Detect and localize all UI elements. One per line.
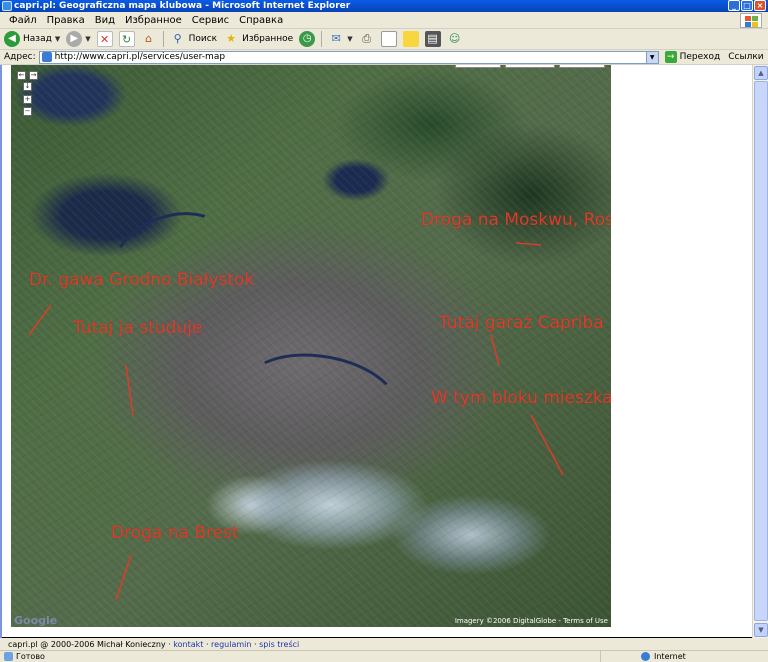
page-icon	[41, 52, 52, 62]
search-button[interactable]: ⚲ Поиск	[168, 30, 220, 48]
close-button[interactable]: ×	[754, 0, 766, 11]
window-controls: _ □ ×	[728, 0, 766, 11]
status-text: Готово	[16, 652, 45, 661]
menu-tools[interactable]: Сервис	[187, 15, 234, 26]
windows-logo-icon	[740, 13, 762, 28]
toolbar: ◀ Назад ▼ ▶ ▼ ✕ ↻ ⌂ ⚲ Поиск ★ Избранное …	[0, 29, 768, 50]
discuss-button[interactable]	[401, 30, 421, 48]
printer-icon: ⎙	[362, 32, 372, 45]
star-icon: ★	[226, 32, 237, 45]
footer-separator: ·	[251, 640, 260, 649]
maximize-button[interactable]: □	[741, 0, 753, 11]
refresh-button[interactable]: ↻	[117, 30, 137, 48]
menu-view[interactable]: Вид	[90, 15, 120, 26]
back-dropdown-icon[interactable]: ▼	[55, 35, 60, 43]
go-label: Переход	[679, 52, 721, 62]
status-left: Готово	[0, 652, 600, 661]
address-bar: Адрес: http://www.capri.pl/services/user…	[0, 50, 768, 65]
security-zone: Internet	[600, 650, 686, 662]
menu-favorites[interactable]: Избранное	[120, 15, 187, 26]
refresh-icon: ↻	[118, 31, 135, 47]
imagery-credit[interactable]: Imagery ©2006 DigitalGlobe - Terms of Us…	[455, 617, 608, 625]
links-button[interactable]: Ссылки	[728, 52, 763, 62]
scroll-thumb[interactable]	[754, 81, 768, 621]
footer-link-spis[interactable]: spis treści	[259, 640, 299, 649]
status-bar: Готово Internet	[0, 650, 768, 662]
print-button[interactable]: ⎙	[357, 30, 377, 48]
page-done-icon	[4, 652, 13, 661]
title-bar: capri.pl: Geograficzna mapa klubowa - Mi…	[0, 0, 768, 12]
vertical-scrollbar[interactable]: ▲ ▼	[752, 65, 768, 638]
mail-icon: ✉	[331, 32, 341, 45]
history-icon: ◷	[299, 31, 316, 47]
footer-divider	[2, 637, 752, 638]
edit-icon	[380, 31, 397, 47]
zone-label: Internet	[654, 652, 686, 661]
menu-file[interactable]: Файл	[4, 15, 42, 26]
go-button[interactable]: → Переход	[664, 51, 721, 63]
window-title: capri.pl: Geograficzna mapa klubowa - Mi…	[14, 1, 351, 11]
home-icon: ⌂	[145, 32, 153, 45]
footer-copyright: capri.pl @ 2000-2006 Michał Konieczny	[8, 640, 166, 649]
back-arrow-icon: ◀	[4, 31, 20, 47]
history-button[interactable]: ◷	[297, 30, 317, 48]
forward-arrow-icon: ▶	[66, 31, 83, 47]
search-label: Поиск	[188, 34, 218, 44]
back-button[interactable]: ◀ Назад ▼	[2, 30, 62, 48]
arrow-grodno	[28, 304, 52, 336]
ie-icon	[2, 1, 12, 11]
toolbar-separator	[162, 31, 164, 47]
home-button[interactable]: ⌂	[139, 30, 159, 48]
favorites-label: Избранное	[242, 34, 294, 44]
footer-link-regulamin[interactable]: regulamin	[211, 640, 251, 649]
messenger-button[interactable]: ☺	[445, 30, 465, 48]
go-arrow-icon: →	[664, 51, 677, 63]
arrow-moscow	[515, 242, 542, 246]
google-logo: Google	[14, 614, 58, 627]
page-footer: capri.pl @ 2000-2006 Michał Konieczny · …	[8, 640, 748, 649]
scroll-down-icon[interactable]: ▼	[754, 623, 768, 637]
footer-link-kontakt[interactable]: kontakt	[173, 640, 203, 649]
address-dropdown-icon[interactable]: ▼	[645, 51, 658, 63]
forward-dropdown-icon[interactable]: ▼	[85, 35, 90, 43]
toolbar-separator	[321, 31, 323, 47]
arrow-brest	[115, 554, 132, 601]
edit-button[interactable]	[379, 30, 399, 48]
arrow-block	[530, 414, 564, 476]
arrow-garage	[490, 334, 500, 366]
scroll-up-icon[interactable]: ▲	[754, 66, 768, 80]
back-label: Назад	[23, 34, 52, 44]
favorites-button[interactable]: ★ Избранное	[221, 30, 295, 48]
menu-bar: Файл Правка Вид Избранное Сервис Справка	[0, 12, 768, 29]
arrow-study	[125, 364, 134, 416]
menu-help[interactable]: Справка	[234, 15, 288, 26]
forward-button[interactable]: ▶ ▼	[64, 30, 92, 48]
address-label: Адрес:	[4, 52, 36, 62]
messenger-icon: ☺	[448, 32, 461, 45]
book-icon: ▤	[424, 31, 441, 47]
satellite-map[interactable]: ← → ↓ + − Droga na Moskwu, Rossyju. Dr. …	[11, 65, 611, 627]
page-content: ← → ↓ + − Droga na Moskwu, Rossyju. Dr. …	[0, 65, 752, 649]
search-icon: ⚲	[173, 32, 182, 45]
address-input[interactable]: http://www.capri.pl/services/user-map ▼	[38, 50, 659, 64]
mail-button[interactable]: ✉ ▼	[326, 30, 354, 48]
research-button[interactable]: ▤	[423, 30, 443, 48]
mail-dropdown-icon[interactable]: ▼	[347, 35, 352, 43]
annotation-arrows	[28, 242, 564, 601]
globe-icon	[641, 652, 650, 661]
minimize-button[interactable]: _	[728, 0, 740, 11]
footer-separator: ·	[203, 640, 212, 649]
menu-edit[interactable]: Правка	[42, 15, 90, 26]
address-url[interactable]: http://www.capri.pl/services/user-map	[55, 52, 225, 62]
stop-icon: ✕	[96, 31, 113, 47]
stop-button[interactable]: ✕	[95, 30, 115, 48]
note-icon	[402, 31, 419, 47]
